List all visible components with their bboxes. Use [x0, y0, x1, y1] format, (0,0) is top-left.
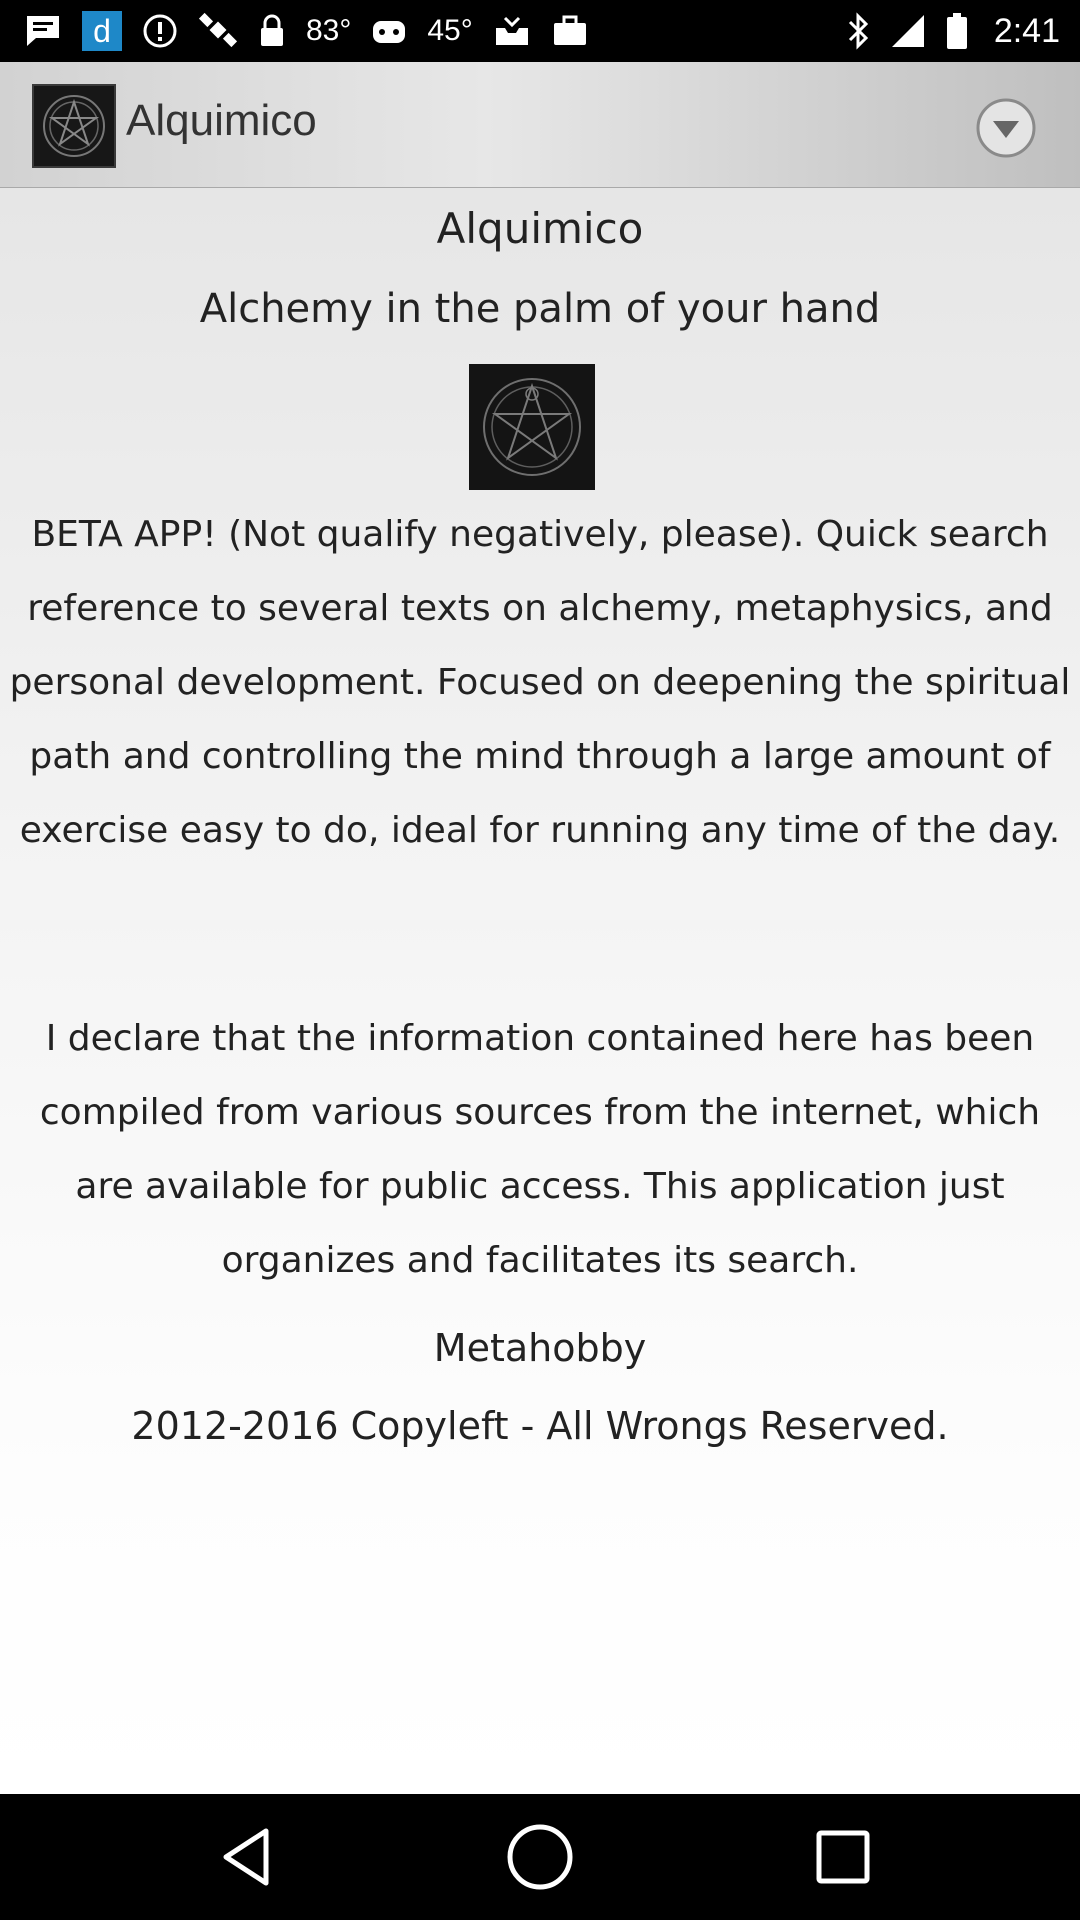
lock-icon: [258, 11, 286, 51]
recents-button[interactable]: [803, 1817, 883, 1897]
message-icon: [24, 11, 62, 51]
status-bar-system: 2:41: [846, 11, 1060, 51]
copyright-notice: 2012-2016 Copyleft - All Wrongs Reserved…: [131, 1404, 949, 1448]
gps-satellite-icon: [198, 11, 238, 51]
alchemy-seal-image: [469, 364, 595, 490]
navigation-bar: [0, 1794, 1080, 1920]
intro-paragraph: BETA APP! (Not qualify negatively, pleas…: [9, 514, 1071, 851]
bluetooth-icon: [846, 11, 870, 51]
back-button[interactable]: [206, 1817, 286, 1897]
app-title: Alquimico: [126, 96, 317, 145]
content-title: Alquimico: [436, 204, 644, 253]
temperature-2: 45°: [427, 14, 473, 47]
overflow-dropdown-icon: [976, 98, 1036, 158]
gamepad-icon: [371, 11, 407, 51]
sync-alert-icon: [142, 11, 178, 51]
overflow-dropdown-button[interactable]: [974, 96, 1038, 160]
signal-icon: [890, 11, 926, 51]
app-logo-icon[interactable]: [32, 84, 116, 168]
status-bar-notifications: d 83° 45°: [24, 11, 589, 51]
tagline: Alchemy in the palm of your hand: [199, 286, 881, 332]
author-name: Metahobby: [433, 1326, 647, 1370]
briefcase-icon: [551, 11, 589, 51]
status-bar: d 83° 45° 2:41: [0, 0, 1080, 62]
temperature-1: 83°: [306, 14, 352, 47]
recents-icon: [816, 1830, 870, 1884]
home-icon: [507, 1824, 573, 1890]
back-icon: [223, 1828, 269, 1886]
disclaimer-paragraph: I declare that the information contained…: [39, 1018, 1041, 1281]
clock: 2:41: [993, 11, 1060, 50]
battery-icon: [946, 11, 968, 51]
about-content: Alquimico Alchemy in the palm of your ha…: [0, 188, 1080, 1794]
screen: d 83° 45° 2:41 Alquimico Alquimico Alche…: [0, 0, 1080, 1920]
inbox-icon: [493, 11, 531, 51]
d-app-icon: d: [82, 11, 122, 51]
action-bar: Alquimico: [0, 62, 1080, 188]
home-button[interactable]: [500, 1817, 580, 1897]
